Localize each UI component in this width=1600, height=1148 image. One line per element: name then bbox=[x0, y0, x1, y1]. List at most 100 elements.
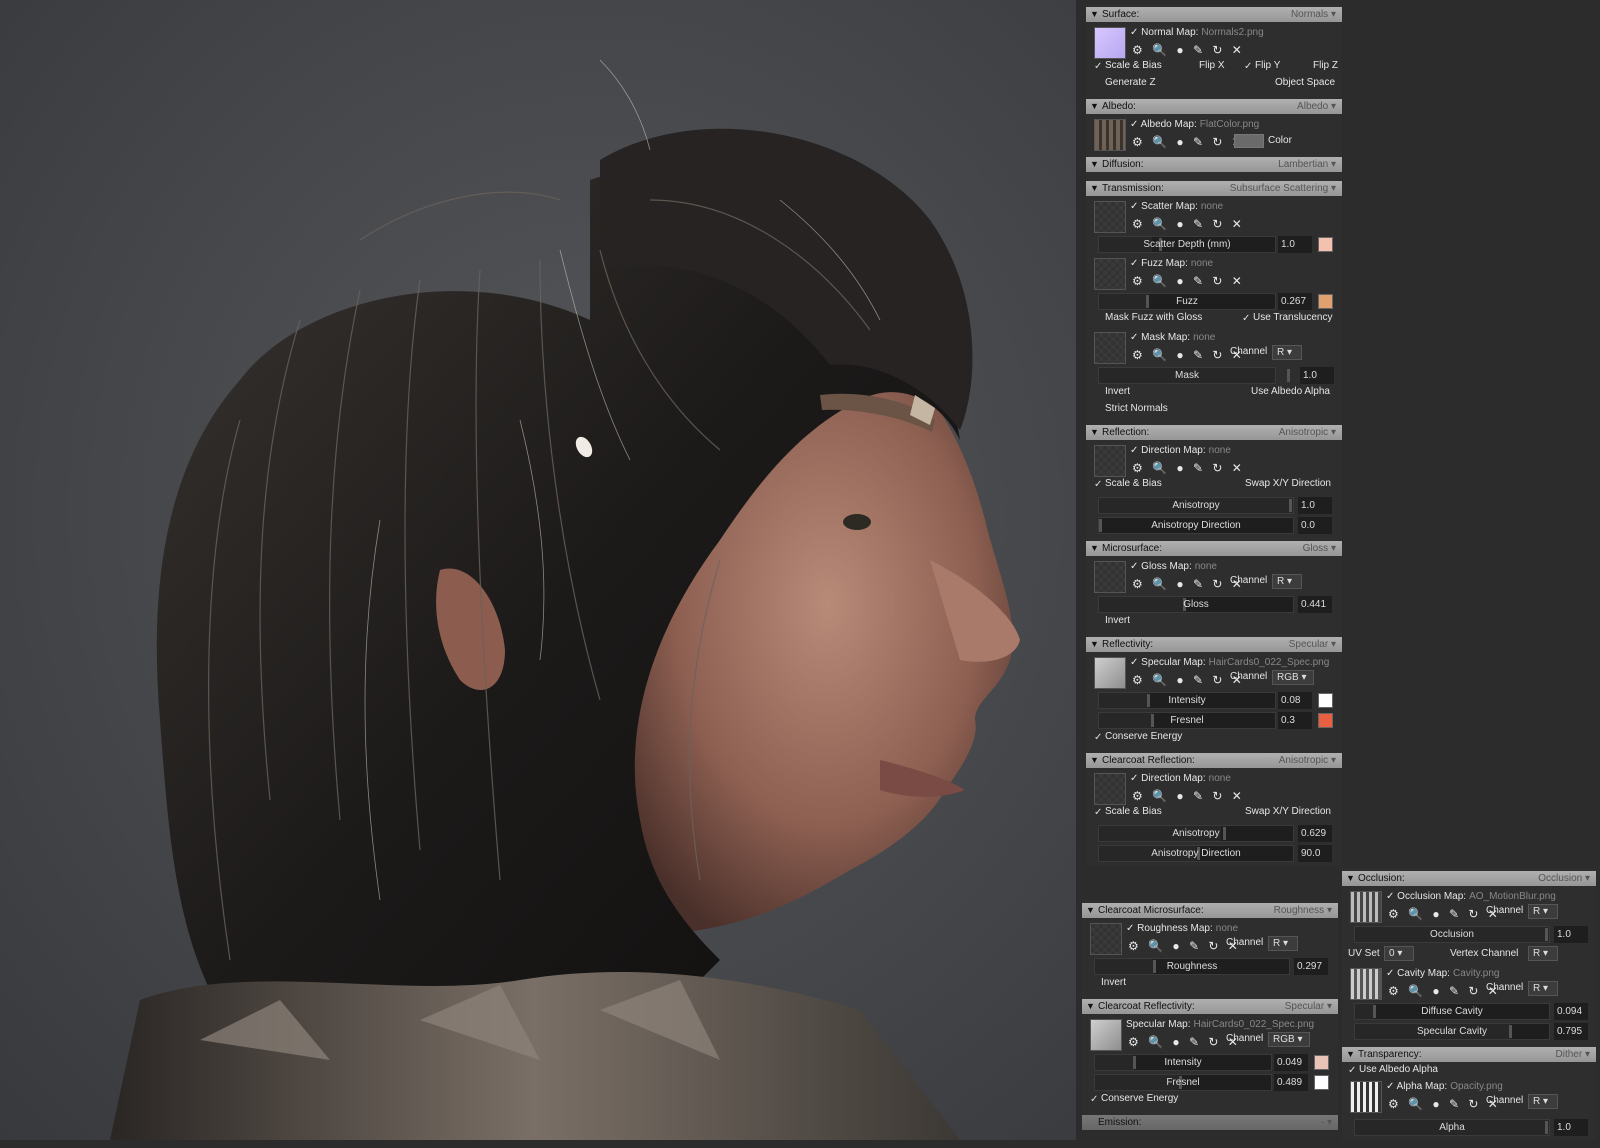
slider-track[interactable]: Intensity bbox=[1094, 1054, 1272, 1071]
collapse-triangle-icon[interactable]: ▼ bbox=[1090, 541, 1099, 556]
flip-x-checkbox[interactable]: Flip X bbox=[1188, 60, 1225, 71]
flip-y-checkbox[interactable]: Flip Y bbox=[1244, 60, 1280, 71]
slider-track[interactable]: Mask bbox=[1098, 367, 1290, 384]
slider-value[interactable]: 0.0 bbox=[1298, 517, 1332, 534]
slider-track[interactable]: Fresnel bbox=[1094, 1074, 1272, 1091]
map-tools[interactable]: ⚙ 🔍 ● ✎ ↻ ✕ bbox=[1132, 135, 1245, 149]
gloss-map-thumbnail[interactable] bbox=[1094, 561, 1126, 593]
normal-map-thumbnail[interactable] bbox=[1094, 27, 1126, 59]
scatter-map-thumbnail[interactable] bbox=[1094, 201, 1126, 233]
scatter-map-label[interactable]: ✓ Scatter Map: none bbox=[1130, 201, 1223, 212]
alpha-map-thumbnail[interactable] bbox=[1350, 1081, 1382, 1113]
section-header-clearcoat-microsurface[interactable]: ▼ Clearcoat Microsurface: Roughness ▾ bbox=[1082, 903, 1338, 918]
map-tools[interactable]: ⚙ 🔍 ● ✎ ↻ ✕ bbox=[1388, 1097, 1501, 1111]
slider-value[interactable]: 1.0 bbox=[1300, 367, 1334, 384]
cavity-map-thumbnail[interactable] bbox=[1350, 968, 1382, 1000]
vertex-channel-dropdown[interactable]: R ▾ bbox=[1528, 946, 1558, 961]
channel-dropdown[interactable]: R ▾ bbox=[1272, 345, 1302, 360]
section-header-clearcoat-reflectivity[interactable]: ▼ Clearcoat Reflectivity: Specular ▾ bbox=[1082, 999, 1338, 1014]
section-header-transparency[interactable]: ▼ Transparency: Dither ▾ bbox=[1342, 1047, 1596, 1062]
map-tools[interactable]: ⚙ 🔍 ● ✎ ↻ ✕ bbox=[1128, 939, 1241, 953]
cc-intensity-color-swatch[interactable] bbox=[1314, 1055, 1329, 1070]
albedo-mode-dropdown[interactable]: Albedo ▾ bbox=[1297, 99, 1336, 114]
map-tools[interactable]: ⚙ 🔍 ● ✎ ↻ ✕ bbox=[1132, 461, 1245, 475]
slider-value[interactable]: 90.0 bbox=[1298, 845, 1332, 862]
transmission-mode-dropdown[interactable]: Subsurface Scattering ▾ bbox=[1230, 181, 1336, 196]
slider-value[interactable]: 1.0 bbox=[1278, 236, 1312, 253]
collapse-triangle-icon[interactable]: ▼ bbox=[1090, 753, 1099, 768]
collapse-triangle-icon[interactable]: ▼ bbox=[1090, 425, 1099, 440]
reflectivity-mode-dropdown[interactable]: Specular ▾ bbox=[1289, 637, 1336, 652]
render-viewport[interactable] bbox=[0, 0, 1076, 1140]
map-tools[interactable]: ⚙ 🔍 ● ✎ ↻ ✕ bbox=[1132, 577, 1245, 591]
collapse-triangle-icon[interactable]: ▼ bbox=[1346, 871, 1355, 886]
generate-z-checkbox[interactable]: Generate Z bbox=[1094, 77, 1156, 88]
scale-bias-checkbox[interactable]: Scale & Bias bbox=[1094, 806, 1162, 817]
anisotropy-slider[interactable]: Anisotropy 1.0 bbox=[1092, 496, 1338, 515]
swap-xy-checkbox[interactable]: Swap X/Y Direction bbox=[1234, 478, 1331, 489]
cc-fresnel-slider[interactable]: Fresnel 0.489 bbox=[1088, 1073, 1334, 1092]
alpha-slider[interactable]: Alpha 1.0 bbox=[1348, 1118, 1592, 1137]
slider-track[interactable]: Occlusion bbox=[1354, 926, 1550, 943]
slider-value[interactable]: 0.094 bbox=[1554, 1003, 1588, 1020]
diffusion-mode-dropdown[interactable]: Lambertian ▾ bbox=[1278, 157, 1336, 172]
slider-value[interactable]: 0.795 bbox=[1554, 1023, 1588, 1040]
slider-track[interactable]: Anisotropy Direction bbox=[1098, 517, 1294, 534]
intensity-slider[interactable]: Intensity 0.08 bbox=[1092, 691, 1338, 710]
slider-track[interactable]: Specular Cavity bbox=[1354, 1023, 1550, 1040]
diffuse-cavity-slider[interactable]: Diffuse Cavity 0.094 bbox=[1348, 1002, 1592, 1021]
channel-dropdown[interactable]: RGB ▾ bbox=[1268, 1032, 1310, 1047]
slider-track[interactable]: Alpha bbox=[1354, 1119, 1550, 1136]
map-tools[interactable]: ⚙ 🔍 ● ✎ ↻ ✕ bbox=[1132, 274, 1245, 288]
cc-anisotropy-slider[interactable]: Anisotropy 0.629 bbox=[1092, 824, 1338, 843]
section-header-emission[interactable]: Emission: - ▾ bbox=[1082, 1115, 1338, 1130]
collapse-triangle-icon[interactable]: ▼ bbox=[1346, 1047, 1355, 1062]
slider-track[interactable]: Anisotropy bbox=[1098, 497, 1294, 514]
slider-track[interactable]: Intensity bbox=[1098, 692, 1276, 709]
section-header-reflectivity[interactable]: ▼ Reflectivity: Specular ▾ bbox=[1086, 637, 1342, 652]
scatter-depth-slider[interactable]: Scatter Depth (mm) 1.0 bbox=[1092, 235, 1338, 254]
collapse-triangle-icon[interactable]: ▼ bbox=[1090, 181, 1099, 196]
section-header-transmission[interactable]: ▼ Transmission: Subsurface Scattering ▾ bbox=[1086, 181, 1342, 196]
map-tools[interactable]: ⚙ 🔍 ● ✎ ↻ ✕ bbox=[1128, 1035, 1241, 1049]
section-header-microsurface[interactable]: ▼ Microsurface: Gloss ▾ bbox=[1086, 541, 1342, 556]
reflection-mode-dropdown[interactable]: Anisotropic ▾ bbox=[1279, 425, 1336, 440]
section-header-surface[interactable]: ▼ Surface: Normals ▾ bbox=[1086, 7, 1342, 22]
channel-dropdown[interactable]: R ▾ bbox=[1528, 904, 1558, 919]
slider-track[interactable]: Fuzz bbox=[1098, 293, 1276, 310]
slider-value[interactable]: 0.049 bbox=[1274, 1054, 1308, 1071]
fuzz-slider[interactable]: Fuzz 0.267 bbox=[1092, 292, 1338, 311]
gloss-map-label[interactable]: ✓ Gloss Map: none bbox=[1130, 561, 1217, 572]
slider-value[interactable]: 0.489 bbox=[1274, 1074, 1308, 1091]
slider-track[interactable]: Diffuse Cavity bbox=[1354, 1003, 1550, 1020]
channel-dropdown[interactable]: R ▾ bbox=[1268, 936, 1298, 951]
uv-set-dropdown[interactable]: 0 ▾ bbox=[1384, 946, 1414, 961]
cc-anisotropy-direction-slider[interactable]: Anisotropy Direction 90.0 bbox=[1092, 844, 1338, 863]
collapse-triangle-icon[interactable]: ▼ bbox=[1086, 999, 1095, 1014]
albedo-color-swatch[interactable] bbox=[1234, 134, 1264, 148]
fresnel-color-swatch[interactable] bbox=[1318, 713, 1333, 728]
flip-z-checkbox[interactable]: Flip Z bbox=[1302, 60, 1338, 71]
roughness-map-thumbnail[interactable] bbox=[1090, 923, 1122, 955]
collapse-triangle-icon[interactable]: ▼ bbox=[1090, 99, 1099, 114]
map-tools[interactable]: ⚙ 🔍 ● ✎ ↻ ✕ bbox=[1388, 907, 1501, 921]
object-space-checkbox[interactable]: Object Space bbox=[1264, 77, 1335, 88]
mask-fuzz-gloss-checkbox[interactable]: Mask Fuzz with Gloss bbox=[1094, 312, 1202, 323]
alpha-map-label[interactable]: ✓ Alpha Map: Opacity.png bbox=[1386, 1081, 1503, 1092]
intensity-color-swatch[interactable] bbox=[1318, 693, 1333, 708]
channel-dropdown[interactable]: R ▾ bbox=[1272, 574, 1302, 589]
mask-map-thumbnail[interactable] bbox=[1094, 332, 1126, 364]
cavity-map-label[interactable]: ✓ Cavity Map: Cavity.png bbox=[1386, 968, 1499, 979]
slider-value[interactable]: 0.08 bbox=[1278, 692, 1312, 709]
specular-map-label[interactable]: Specular Map: HairCards0_022_Spec.png bbox=[1126, 1019, 1314, 1030]
map-tools[interactable]: ⚙ 🔍 ● ✎ ↻ ✕ bbox=[1132, 217, 1245, 231]
slider-track[interactable]: Anisotropy Direction bbox=[1098, 845, 1294, 862]
cc-reflection-mode-dropdown[interactable]: Anisotropic ▾ bbox=[1279, 753, 1336, 768]
use-translucency-checkbox[interactable]: Use Translucency bbox=[1242, 312, 1332, 323]
roughness-map-label[interactable]: ✓ Roughness Map: none bbox=[1126, 923, 1238, 934]
section-header-albedo[interactable]: ▼ Albedo: Albedo ▾ bbox=[1086, 99, 1342, 114]
map-tools[interactable]: ⚙ 🔍 ● ✎ ↻ ✕ bbox=[1132, 348, 1245, 362]
strict-normals-checkbox[interactable]: Strict Normals bbox=[1094, 403, 1168, 414]
gloss-slider[interactable]: Gloss 0.441 bbox=[1092, 595, 1338, 614]
occlusion-map-thumbnail[interactable] bbox=[1350, 891, 1382, 923]
